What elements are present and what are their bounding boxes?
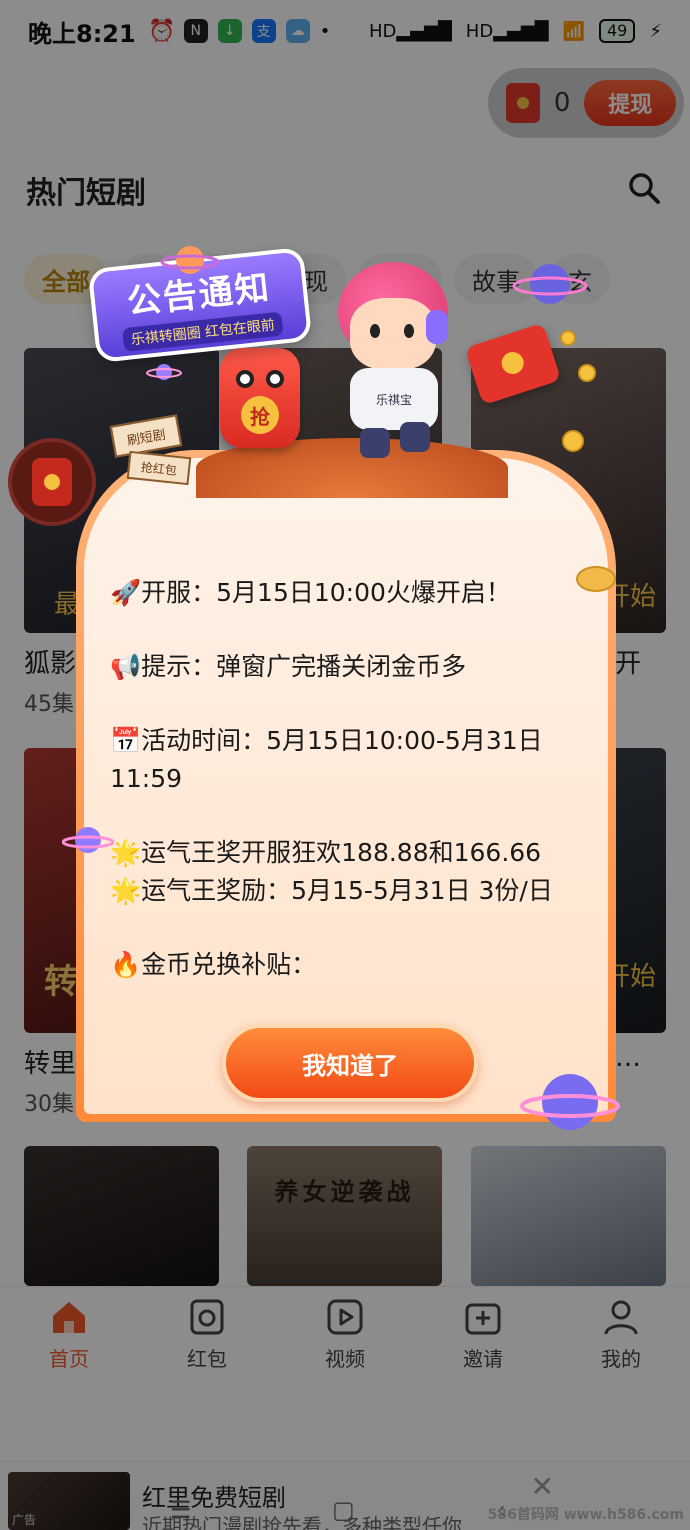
announcement-line: 🌟运气王奖开服狂欢188.88和166.66 (110, 838, 542, 867)
announcement-line: 🌟运气王奖励：5月15-5月31日 3份/日 (110, 876, 553, 905)
announcement-popup: 🚀开服：5月15日10:00火爆开启！ 📢提示：弹窗广完播关闭金币多 📅活动时间… (76, 450, 616, 1122)
coin-icon (560, 330, 576, 346)
announcement-content[interactable]: 🚀开服：5月15日10:00火爆开启！ 📢提示：弹窗广完播关闭金币多 📅活动时间… (110, 574, 590, 1000)
confirm-button[interactable]: 我知道了 (222, 1024, 478, 1102)
announcement-line: 📢提示：弹窗广完播关闭金币多 (110, 652, 467, 681)
popup-body: 🚀开服：5月15日10:00火爆开启！ 📢提示：弹窗广完播关闭金币多 📅活动时间… (84, 458, 608, 1114)
announcement-line: 🚀开服：5月15日10:00火爆开启！ (110, 578, 511, 607)
coin-icon (576, 566, 616, 592)
mascot-character-illustration: 乐祺宝 (330, 262, 456, 462)
floating-redpacket-icon[interactable] (8, 438, 96, 526)
coin-icon (562, 430, 584, 452)
planet-icon (520, 1074, 620, 1130)
announcement-line: 🔥金币兑换补贴： (110, 950, 317, 979)
redpacket-mascot-illustration: 抢 (220, 348, 300, 448)
planet-icon (512, 264, 588, 304)
coin-icon (578, 364, 596, 382)
planet-icon (160, 246, 220, 274)
planet-icon (62, 827, 114, 853)
planet-icon (146, 364, 182, 380)
announcement-line: 📅活动时间：5月15日10:00-5月31日11:59 (110, 726, 543, 793)
